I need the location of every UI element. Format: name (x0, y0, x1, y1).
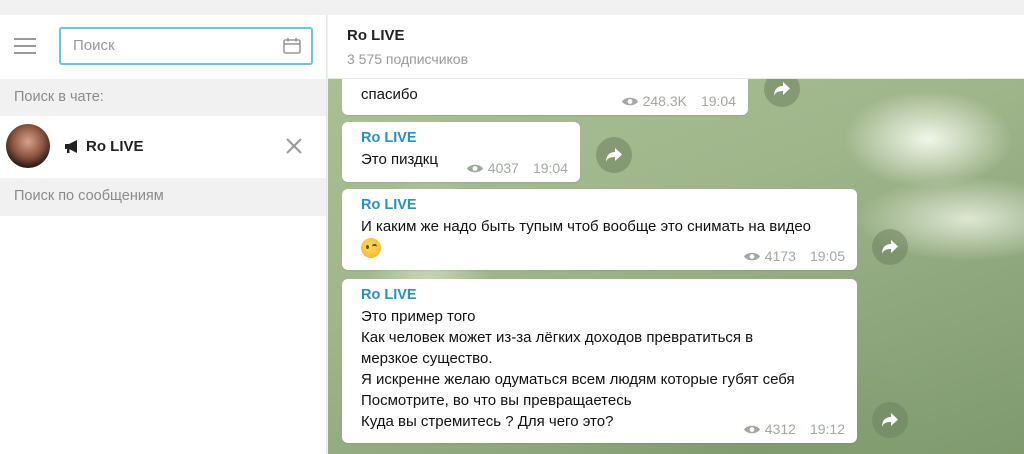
message-meta: 248.3K 19:04 (621, 93, 736, 109)
message-time: 19:12 (809, 421, 845, 437)
message-author[interactable]: Ro LIVE (361, 130, 566, 146)
search-input[interactable] (73, 37, 273, 54)
eye-icon (621, 97, 638, 105)
emoji-icon (361, 238, 381, 259)
message-meta: 4173 19:05 (743, 248, 845, 264)
message-time: 19:04 (532, 160, 568, 176)
message-author[interactable]: Ro LIVE (361, 197, 843, 213)
subscriber-count: 3 575 подписчиков (347, 51, 469, 67)
chat-header[interactable]: Ro LIVE 3 575 подписчиков (328, 15, 1024, 79)
message-meta: 4037 19:04 (466, 160, 568, 176)
view-count: 4173 (764, 248, 796, 264)
message-line: Это пример того (361, 308, 476, 325)
search-box[interactable] (59, 27, 313, 65)
message-line: Я искренне желаю одуматься всем людям ко… (361, 371, 795, 388)
message-author[interactable]: Ro LIVE (361, 287, 843, 303)
left-panel: Поиск в чате: Ro LIVE Поиск по сообщения… (0, 15, 327, 454)
message-line: Как человек может из-за лёгких доходов п… (361, 329, 754, 346)
message-time: 19:05 (809, 248, 845, 264)
eye-icon (466, 164, 483, 172)
calendar-icon[interactable] (283, 38, 301, 54)
close-icon[interactable] (284, 136, 304, 156)
eye-icon (743, 425, 760, 433)
message-line: Посмотрите, во что вы превращаетесь (361, 392, 632, 409)
avatar (6, 124, 50, 168)
selected-chat-row[interactable]: Ro LIVE (0, 116, 326, 178)
message-bubble[interactable]: Ro LIVE И каким же надо быть тупым чтоб … (342, 189, 857, 270)
message-bubble[interactable]: Ro LIVE Это пиздкц 4037 19:04 (342, 122, 580, 182)
eye-icon (743, 252, 760, 260)
view-count: 248.3K (642, 93, 687, 109)
forward-arrow-icon (774, 82, 790, 96)
chat-title: Ro LIVE (347, 27, 405, 44)
chat-background: спасибо 248.3K 19:04 Ro LIVE Это пиздкц … (328, 67, 1024, 454)
view-count: 4312 (764, 421, 796, 437)
search-by-messages-item[interactable]: Поиск по сообщениям (0, 178, 326, 216)
hamburger-menu-icon[interactable] (14, 38, 38, 56)
forward-button[interactable] (596, 137, 632, 173)
chat-name: Ro LIVE (86, 138, 144, 155)
message-line: мерзкое существо. (361, 350, 493, 367)
chat-panel: Ro LIVE 3 575 подписчиков спасибо 248.3K… (328, 15, 1024, 454)
forward-arrow-icon (882, 413, 898, 427)
message-meta: 4312 19:12 (743, 421, 845, 437)
message-time: 19:04 (700, 93, 736, 109)
window-top-strip (0, 0, 1024, 15)
message-text: И каким же надо быть тупым чтоб вообще э… (361, 218, 812, 235)
forward-button[interactable] (872, 402, 908, 438)
forward-button[interactable] (872, 229, 908, 265)
message-bubble[interactable]: Ro LIVE Это пример того Как человек може… (342, 279, 857, 443)
view-count: 4037 (487, 160, 519, 176)
search-in-chat-label: Поиск в чате: (0, 79, 326, 116)
left-panel-header (0, 15, 326, 79)
forward-arrow-icon (606, 148, 622, 162)
megaphone-icon (65, 140, 77, 153)
forward-arrow-icon (882, 240, 898, 254)
